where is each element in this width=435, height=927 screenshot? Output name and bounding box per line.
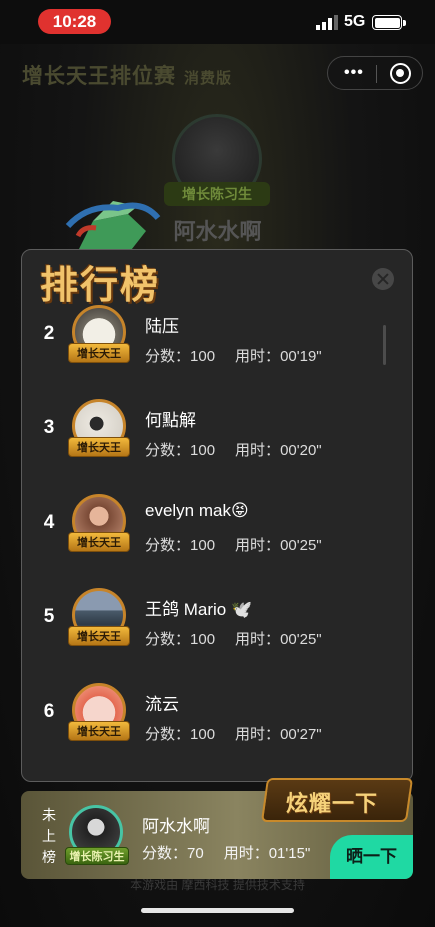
user-name: 王鸽 Mario 🕊️ <box>145 600 253 619</box>
time-value: 00'25" <box>280 537 322 554</box>
time-label: 用时： <box>235 631 281 648</box>
time-value: 01'15" <box>268 845 311 862</box>
list-item[interactable]: 4 增长天王 evelyn mak😝 分数：100 用时：00'25" <box>22 492 412 586</box>
avatar: 增长天王 <box>68 492 130 556</box>
show-off-label: 炫耀一下 <box>286 791 379 817</box>
score-value: 100 <box>190 726 216 743</box>
my-stats: 分数：70 用时：01'15" <box>142 842 310 863</box>
rank-number: 6 <box>43 701 55 722</box>
avatar: 增长天王 <box>68 397 130 461</box>
background-title: 增长天王排位赛 消费版 <box>22 60 232 90</box>
more-icon[interactable]: ••• <box>344 64 364 82</box>
score-value: 70 <box>187 845 204 862</box>
miniapp-capsule: ••• <box>327 56 423 90</box>
score-label: 分数： <box>142 845 188 862</box>
avatar: 增长陈习生 <box>65 805 129 869</box>
home-indicator[interactable] <box>141 908 294 913</box>
my-rank-status-char: 上 <box>42 828 56 844</box>
rank-tag: 增长天王 <box>68 721 130 741</box>
score-label: 分数： <box>145 348 191 365</box>
rank-tag: 增长天王 <box>68 437 130 457</box>
user-stats: 分数：100 用时：00'19" <box>145 345 322 366</box>
battery-tip <box>403 20 406 26</box>
score-value: 100 <box>190 442 216 459</box>
user-name: 陆压 <box>145 317 179 336</box>
score-label: 分数： <box>145 442 191 459</box>
rank-number: 5 <box>43 606 55 627</box>
time-label: 用时： <box>223 845 269 862</box>
score-label: 分数： <box>145 631 191 648</box>
score-label: 分数： <box>145 726 191 743</box>
status-time: 10:28 <box>38 9 111 34</box>
score-label: 分数： <box>145 537 191 554</box>
list-item[interactable]: 3 增长天王 何點解 分数：100 用时：00'20" <box>22 397 412 491</box>
time-label: 用时： <box>235 348 281 365</box>
time-value: 00'27" <box>280 726 322 743</box>
rank-tag: 增长天王 <box>68 343 130 363</box>
user-stats: 分数：100 用时：00'25" <box>145 534 322 555</box>
score-value: 100 <box>190 537 216 554</box>
leaderboard-title: 排行榜 <box>40 262 161 307</box>
rank-number: 2 <box>43 323 55 344</box>
signal-icon <box>316 15 338 30</box>
list-item[interactable]: 5 增长天王 王鸽 Mario 🕊️ 分数：100 用时：00'25" <box>22 586 412 680</box>
rank-tag: 增长天王 <box>68 626 130 646</box>
network-label: 5G <box>344 13 366 30</box>
leaderboard-modal: 2 增长天王 陆压 分数：100 用时：00'19" 3 增长天王 何點解 分数：… <box>21 249 413 782</box>
avatar: 增长天王 <box>68 303 130 367</box>
time-value: 00'20" <box>280 442 322 459</box>
background-title-main: 增长天王排位赛 <box>22 65 176 88</box>
background-title-suffix: 消费版 <box>184 70 233 87</box>
time-value: 00'19" <box>280 348 322 365</box>
trophy-decoration-icon <box>65 201 161 254</box>
my-rank-status-char: 榜 <box>42 849 56 865</box>
my-rank-status-char: 未 <box>42 807 56 823</box>
user-name: evelyn mak😝 <box>145 501 249 520</box>
list-item[interactable]: 2 增长天王 陆压 分数：100 用时：00'19" <box>22 303 412 397</box>
score-value: 100 <box>190 348 216 365</box>
rank-tag: 增长天王 <box>68 532 130 552</box>
battery-icon <box>372 15 402 30</box>
capsule-divider <box>376 65 377 83</box>
close-icon[interactable] <box>372 268 394 290</box>
time-label: 用时： <box>235 442 281 459</box>
avatar: 增长天王 <box>68 681 130 745</box>
rank-number: 3 <box>43 417 55 438</box>
score-value: 100 <box>190 631 216 648</box>
user-name: 流云 <box>145 695 179 714</box>
rank-number: 4 <box>43 512 55 533</box>
status-bar: 10:28 5G <box>0 0 435 44</box>
time-value: 00'25" <box>280 631 322 648</box>
user-stats: 分数：100 用时：00'25" <box>145 628 322 649</box>
my-name: 阿水水啊 <box>142 817 210 836</box>
time-label: 用时： <box>235 537 281 554</box>
list-item[interactable]: 6 增长天王 流云 分数：100 用时：00'27" <box>22 681 412 775</box>
avatar: 增长天王 <box>68 586 130 650</box>
close-miniapp-icon[interactable] <box>390 63 411 84</box>
time-label: 用时： <box>235 726 281 743</box>
user-name: 何點解 <box>145 411 196 430</box>
my-rank-tag: 增长陈习生 <box>65 847 129 865</box>
background-badge: 增长陈习生 <box>164 182 270 206</box>
user-stats: 分数：100 用时：00'27" <box>145 723 322 744</box>
user-stats: 分数：100 用时：00'20" <box>145 439 322 460</box>
my-rank-status: 未 上 榜 <box>41 805 57 868</box>
share-button[interactable]: 晒一下 <box>330 835 413 879</box>
